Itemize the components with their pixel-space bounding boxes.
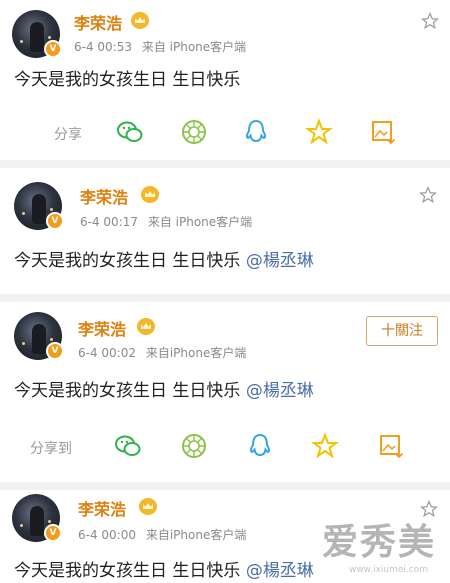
post-time: 6-4 00:02 — [78, 346, 136, 360]
post-source: 来自iPhone客户端 — [145, 346, 247, 360]
post-text: 今天是我的女孩生日 生日快乐 — [14, 70, 241, 90]
author-name[interactable]: 李荣浩 — [78, 316, 126, 340]
avatar-light — [50, 208, 53, 211]
avatar-light — [48, 36, 51, 39]
post-meta: 6-4 00:02 来自iPhone客户端 — [78, 344, 246, 361]
favorite-star-icon[interactable] — [421, 12, 439, 30]
avatar-light — [48, 520, 51, 523]
avatar-light — [22, 212, 25, 215]
avatar-figure — [32, 324, 46, 354]
vip-crown-icon — [139, 498, 157, 515]
post-source: 来自 iPhone客户端 — [141, 40, 247, 54]
share-label: 分享 — [54, 127, 82, 143]
avatar-figure — [32, 194, 46, 224]
weibo-post: V 李荣浩 6-4 00:53 来自 iPhone客户端 今天是我的女孩生日 生… — [0, 0, 450, 160]
post-meta: 6-4 00:53 来自 iPhone客户端 — [74, 38, 246, 55]
favorite-star-icon[interactable] — [419, 186, 437, 204]
mention-link[interactable]: @楊丞琳 — [246, 251, 314, 271]
share-label: 分享到 — [30, 441, 72, 457]
post-time: 6-4 00:53 — [74, 40, 132, 54]
qzone-star-icon[interactable] — [311, 432, 339, 460]
wechat-icon[interactable] — [114, 432, 142, 460]
moments-icon[interactable] — [180, 432, 208, 460]
post-time: 6-4 00:00 — [78, 528, 136, 542]
verified-badge-icon: V — [46, 212, 64, 230]
post-text: 今天是我的女孩生日 生日快乐 — [14, 251, 246, 271]
post-meta: 6-4 00:17 来自 iPhone客户端 — [80, 213, 252, 230]
author-name[interactable]: 李荣浩 — [78, 496, 126, 520]
vip-crown-icon — [131, 12, 149, 29]
wechat-icon[interactable] — [116, 118, 144, 146]
avatar-light — [22, 342, 25, 345]
moments-icon[interactable] — [180, 118, 208, 146]
post-source: 来自iPhone客户端 — [145, 528, 247, 542]
avatar-light — [50, 338, 53, 341]
qzone-star-icon[interactable] — [305, 118, 333, 146]
avatar-figure — [30, 506, 44, 536]
watermark: 爱秀美 — [321, 522, 436, 563]
weibo-post: V 李荣浩 6-4 00:02 来自iPhone客户端 十關注 今天是我的女孩生… — [0, 302, 450, 482]
author-name[interactable]: 李荣浩 — [80, 184, 128, 208]
share-bar: 分享到 — [0, 428, 450, 468]
verified-badge-icon: V — [44, 524, 62, 542]
post-divider — [0, 294, 450, 302]
verified-badge-icon: V — [46, 342, 64, 360]
post-text: 今天是我的女孩生日 生日快乐 — [14, 381, 246, 401]
post-text: 今天是我的女孩生日 生日快乐 — [14, 561, 246, 581]
vip-crown-icon — [141, 186, 159, 203]
author-name[interactable]: 李荣浩 — [74, 10, 122, 34]
post-text-line: 今天是我的女孩生日 生日快乐 @楊丞琳 — [14, 376, 314, 401]
post-text-line: 今天是我的女孩生日 生日快乐 @楊丞琳 — [14, 246, 314, 271]
watermark-url: www.ixiumei.com — [348, 565, 428, 575]
post-time: 6-4 00:17 — [80, 215, 138, 229]
mention-link[interactable]: @楊丞琳 — [246, 381, 314, 401]
avatar-light — [20, 524, 23, 527]
post-text-line: 今天是我的女孩生日 生日快乐 @楊丞琳 — [14, 556, 314, 581]
post-divider — [0, 482, 450, 490]
weibo-post: V 李荣浩 6-4 00:17 来自 iPhone客户端 今天是我的女孩生日 生… — [0, 168, 450, 294]
avatar-figure — [30, 22, 44, 52]
qq-icon[interactable] — [246, 432, 274, 460]
save-image-icon[interactable] — [369, 118, 397, 146]
qq-icon[interactable] — [242, 118, 270, 146]
save-image-icon[interactable] — [377, 432, 405, 460]
share-bar: 分享 — [0, 114, 450, 154]
vip-crown-icon — [137, 318, 155, 335]
verified-badge-icon: V — [44, 40, 62, 58]
post-source: 来自 iPhone客户端 — [147, 215, 253, 229]
post-meta: 6-4 00:00 来自iPhone客户端 — [78, 526, 246, 543]
mention-link[interactable]: @楊丞琳 — [246, 561, 314, 581]
follow-button[interactable]: 十關注 — [366, 316, 438, 346]
post-divider — [0, 160, 450, 168]
avatar-light — [20, 40, 23, 43]
